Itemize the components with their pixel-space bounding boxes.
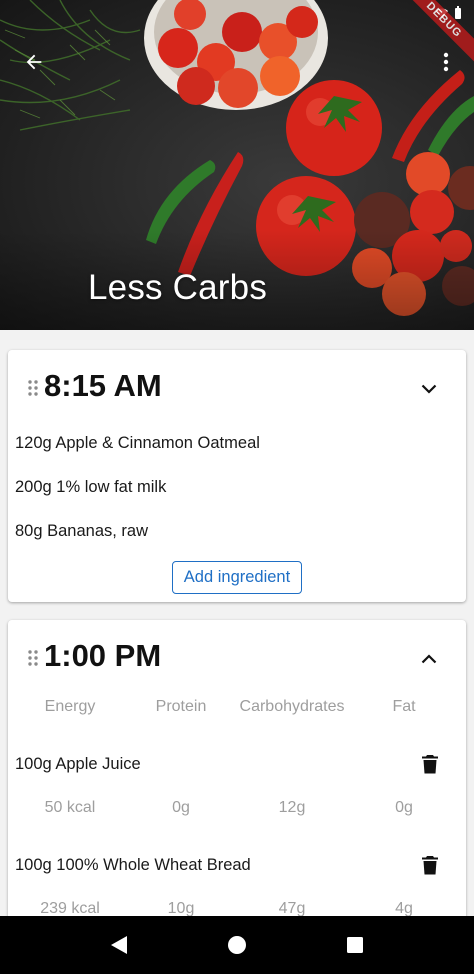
system-navigation-bar [0, 916, 474, 974]
meal-card: 1:00 PM Energy Protein Carbohydrates Fat… [8, 620, 466, 920]
delete-ingredient-button[interactable] [418, 752, 442, 776]
ingredient-line[interactable]: 200g 1% low fat milk [15, 478, 166, 497]
ingredient-line[interactable]: 80g Bananas, raw [15, 522, 148, 541]
column-header-fat: Fat [392, 698, 416, 715]
drag-handle-icon[interactable] [26, 378, 40, 398]
chevron-up-icon [421, 654, 437, 664]
trash-icon [422, 754, 438, 773]
trash-icon [422, 855, 438, 874]
add-ingredient-button[interactable]: Add ingredient [172, 561, 302, 594]
arrow-back-icon [26, 54, 42, 70]
more-vert-icon [443, 52, 449, 72]
energy-value: 50 kcal [44, 799, 96, 816]
drag-handle-icon[interactable] [26, 648, 40, 668]
battery-icon [455, 6, 461, 19]
meal-card: 8:15 AM 120g Apple & Cinnamon Oatmeal 20… [8, 350, 466, 602]
ingredient-nutrition-row: 50 kcal 0g 12g 0g [8, 799, 466, 821]
protein-value: 0g [172, 799, 190, 816]
nav-back-button[interactable] [99, 925, 139, 965]
nav-recents-button[interactable] [335, 925, 375, 965]
meal-header[interactable]: 1:00 PM [8, 620, 466, 696]
delete-ingredient-button[interactable] [418, 853, 442, 877]
carbs-value: 12g [278, 799, 306, 816]
nav-home-button[interactable] [217, 925, 257, 965]
nutrition-column-headers: Energy Protein Carbohydrates Fat [8, 698, 466, 720]
meal-header[interactable]: 8:15 AM [8, 350, 466, 426]
chevron-down-icon [421, 384, 437, 394]
column-header-energy: Energy [44, 698, 96, 715]
meal-time: 8:15 AM [44, 368, 162, 403]
expand-button[interactable] [414, 374, 444, 404]
nav-back-triangle-icon [111, 936, 127, 954]
ingredient-name[interactable]: 100g 100% Whole Wheat Bread [15, 856, 251, 875]
ingredient-name[interactable]: 100g Apple Juice [15, 755, 141, 774]
meal-time: 1:00 PM [44, 638, 162, 673]
page-title: Less Carbs [88, 268, 268, 307]
header-image: DEBUG Less Carbs [0, 0, 474, 330]
fat-value: 0g [395, 799, 413, 816]
nav-recents-square-icon [347, 937, 363, 953]
ingredient-line[interactable]: 120g Apple & Cinnamon Oatmeal [15, 434, 260, 453]
column-header-carbohydrates: Carbohydrates [239, 698, 345, 715]
collapse-button[interactable] [414, 644, 444, 674]
back-button[interactable] [16, 44, 52, 80]
nav-home-circle-icon [228, 936, 246, 954]
column-header-protein: Protein [155, 698, 207, 715]
more-options-button[interactable] [428, 44, 464, 80]
